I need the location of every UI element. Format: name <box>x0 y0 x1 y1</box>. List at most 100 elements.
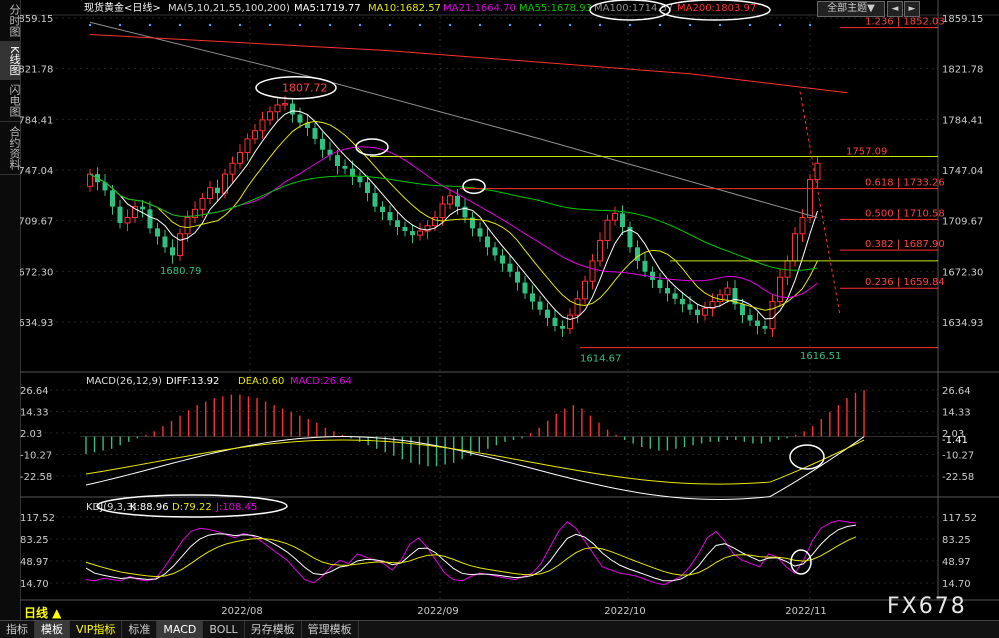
bottom-toolbar: 指标 模板 VIP指标 标准 MACD BOLL 另存模板 管理模板 <box>0 620 999 638</box>
period-label[interactable]: 日线 ▲ <box>24 604 61 621</box>
price-axis-label: 1747.04 <box>20 166 53 177</box>
event-dot <box>418 23 422 27</box>
candle-body <box>215 187 220 194</box>
price-axis-label: 1784.41 <box>942 115 983 126</box>
event-dot <box>358 23 362 27</box>
sidebar-tabs: 分时图 K线图 闪电图 合约资料 <box>0 0 21 620</box>
theme-dropdown[interactable]: 全部主题▼ <box>817 1 885 17</box>
fib-level-label: 1.236 | 1852.03 <box>865 17 945 28</box>
sidebar-tab-timeshare[interactable]: 分时图 <box>0 0 21 42</box>
kdj-k-line <box>85 524 857 582</box>
fib-trend-line <box>799 91 841 316</box>
candle-body <box>657 279 663 289</box>
candle-body <box>155 228 160 237</box>
candle-body <box>582 280 588 300</box>
event-dot <box>808 23 812 27</box>
candle-body <box>117 206 123 223</box>
instrument-title: 现货黄金<日线> <box>84 1 161 14</box>
tab-boll[interactable]: BOLL <box>203 621 245 638</box>
candle-body <box>207 187 213 200</box>
event-dot <box>88 23 92 27</box>
macd-diff-line <box>85 436 865 500</box>
macd-axis-label: -10.27 <box>20 450 52 461</box>
price-axis-label: 1634.93 <box>942 318 983 329</box>
ma200-line <box>89 33 848 94</box>
event-dot <box>388 23 392 27</box>
candle-body <box>717 294 723 303</box>
scroll-left-icon[interactable]: ◄ <box>887 1 903 17</box>
price-axis-label: 1821.78 <box>942 65 983 76</box>
candle-body <box>410 231 415 236</box>
candle-body <box>567 314 573 330</box>
macd-axis-label: 14.33 <box>20 408 49 419</box>
candle-body <box>515 271 520 283</box>
scroll-right-icon[interactable]: ► <box>904 1 920 17</box>
fib-level-label: 0.618 | 1733.26 <box>865 178 945 189</box>
candle-body <box>170 247 175 256</box>
candle-body <box>402 226 408 232</box>
sidebar-tab-flash[interactable]: 闪电图 <box>0 80 21 123</box>
macd-axis-label: -22.58 <box>942 472 974 483</box>
candle-body <box>687 304 693 310</box>
low-price-label: 1614.67 <box>580 353 621 364</box>
tab-vip-indicator[interactable]: VIP指标 <box>70 621 123 638</box>
low-price-label: 1680.79 <box>160 266 201 277</box>
macd-value-label: MACD:26.64 <box>290 376 352 387</box>
low-price-label: 1616.51 <box>800 351 841 362</box>
candle-body <box>110 190 115 207</box>
kdj-d-line <box>85 536 857 578</box>
ma-value-label: MA10:1682.57 <box>368 3 441 14</box>
event-dot <box>208 23 212 27</box>
event-dot <box>658 23 662 27</box>
ma-value-label: MA21:1664.70 <box>443 3 516 14</box>
sidebar-tab-contract[interactable]: 合约资料 <box>0 122 21 176</box>
event-dot <box>568 23 572 27</box>
candle-body <box>229 162 236 175</box>
candle-body <box>792 233 798 262</box>
tab-standard[interactable]: 标准 <box>122 621 158 638</box>
candle-body <box>387 212 393 221</box>
kdj-axis-label: 14.70 <box>942 579 971 590</box>
candle-body <box>312 128 318 139</box>
candle-body <box>762 325 768 329</box>
candle-body <box>439 203 446 219</box>
event-dot <box>688 23 692 27</box>
candle-body <box>650 271 655 280</box>
candle-body <box>589 260 596 282</box>
macd-dea-line <box>85 439 865 485</box>
kdj-axis-label: 117.52 <box>20 513 55 524</box>
candle-body <box>87 173 93 187</box>
kdj-axis-label: 14.70 <box>20 579 49 590</box>
candle-body <box>477 228 483 237</box>
tab-manage-template[interactable]: 管理模板 <box>302 621 359 638</box>
macd-axis-label: -10.27 <box>942 450 974 461</box>
candle-body <box>755 320 760 326</box>
tab-save-template[interactable]: 另存模板 <box>245 621 302 638</box>
theme-label: 全部主题 <box>827 3 868 14</box>
candle-body <box>417 230 423 236</box>
candle-body <box>642 260 648 272</box>
tab-macd[interactable]: MACD <box>157 621 204 638</box>
kdj-axis-label: 48.97 <box>20 557 49 568</box>
candle-body <box>530 293 535 302</box>
macd-current-label: -1.41 <box>942 435 968 446</box>
candle-body <box>522 282 528 294</box>
tab-template[interactable]: 模板 <box>35 621 70 638</box>
chevron-down-icon: ▼ <box>867 3 875 14</box>
highlight-circle <box>462 178 486 195</box>
price-axis-label: 1709.67 <box>20 217 53 228</box>
candle-body <box>695 309 700 316</box>
candle-body <box>290 103 295 115</box>
tab-indicator[interactable]: 指标 <box>0 621 35 638</box>
price-axis-label: 1672.30 <box>942 267 983 278</box>
candle-body <box>380 206 385 213</box>
kline-chart[interactable]: 1859.15 1859.15 1821.78 1821.78 1784.41 1784.… <box>20 0 999 620</box>
sidebar-tab-kline[interactable]: K线图 <box>0 42 21 81</box>
candle-body <box>395 220 400 227</box>
event-dot <box>448 23 452 27</box>
candle-body <box>267 111 273 121</box>
candle-body <box>777 276 783 303</box>
candle-body <box>485 236 490 248</box>
ma-params-label: MA(5,10,21,55,100,200) <box>168 3 290 14</box>
candle-body <box>455 195 460 207</box>
